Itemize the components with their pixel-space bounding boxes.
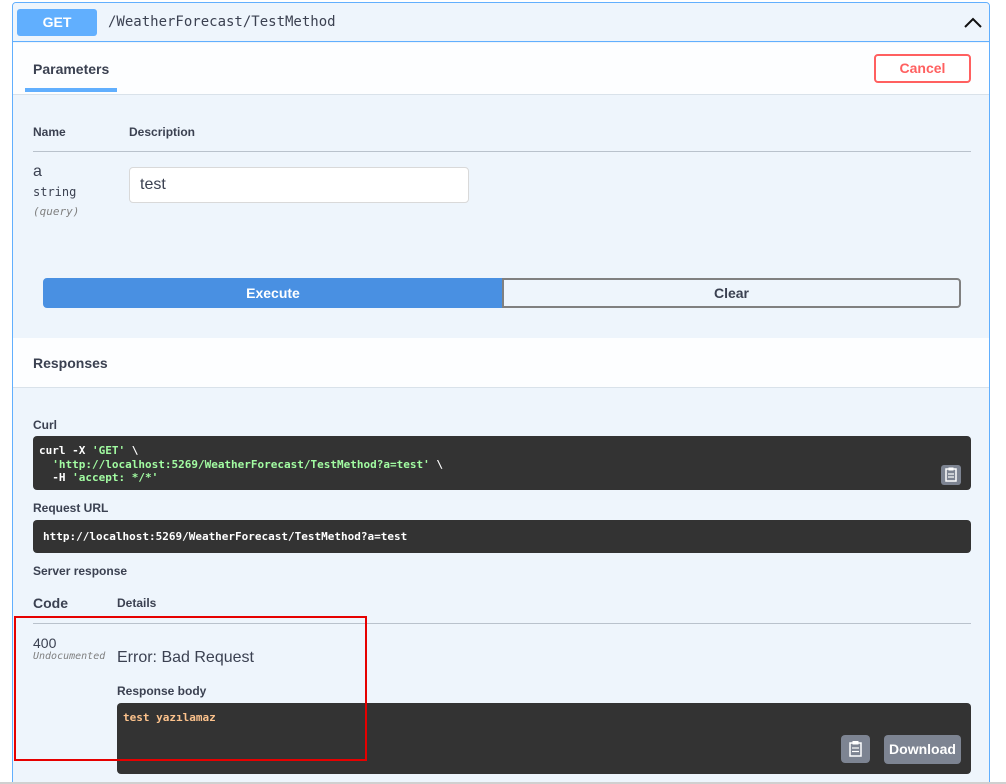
param-a-input[interactable]	[129, 167, 469, 203]
download-button[interactable]: Download	[884, 735, 961, 764]
request-url-label: Request URL	[33, 501, 109, 515]
param-type: string	[33, 185, 77, 199]
param-location: (query)	[33, 205, 80, 218]
server-response-label: Server response	[33, 564, 128, 578]
curl-line-1: curl -X 'GET' \	[39, 444, 139, 457]
clipboard-icon[interactable]	[841, 735, 870, 763]
operation-path: /WeatherForecast/TestMethod	[108, 14, 336, 30]
execute-button[interactable]: Execute	[43, 278, 503, 308]
operation-summary[interactable]: GET /WeatherForecast/TestMethod	[13, 3, 989, 42]
clear-button[interactable]: Clear	[502, 278, 961, 308]
responses-title: Responses	[33, 355, 108, 371]
column-header-description: Description	[129, 125, 196, 139]
tab-parameters[interactable]: Parameters	[25, 43, 117, 92]
column-header-name: Name	[33, 125, 66, 139]
cancel-button[interactable]: Cancel	[874, 54, 971, 83]
column-header-details: Details	[117, 596, 157, 610]
chevron-up-icon[interactable]	[961, 12, 985, 34]
request-url-value: http://localhost:5269/WeatherForecast/Te…	[43, 530, 408, 543]
highlight-annotation	[14, 616, 367, 761]
responses-header: Responses	[13, 338, 989, 388]
parameters-header: Parameters Cancel	[13, 43, 989, 95]
curl-line-2: 'http://localhost:5269/WeatherForecast/T…	[52, 458, 443, 471]
curl-line-3: -H 'accept: */*'	[39, 471, 159, 484]
curl-code-block: curl -X 'GET' \ 'http://localhost:5269/W…	[33, 436, 971, 490]
column-header-code: Code	[33, 595, 68, 611]
param-name: a	[33, 163, 42, 180]
http-method-badge: GET	[17, 9, 97, 36]
clipboard-icon[interactable]	[941, 465, 961, 485]
parameters-divider	[33, 151, 971, 152]
curl-label: Curl	[33, 418, 57, 432]
request-url-block: http://localhost:5269/WeatherForecast/Te…	[33, 520, 971, 553]
